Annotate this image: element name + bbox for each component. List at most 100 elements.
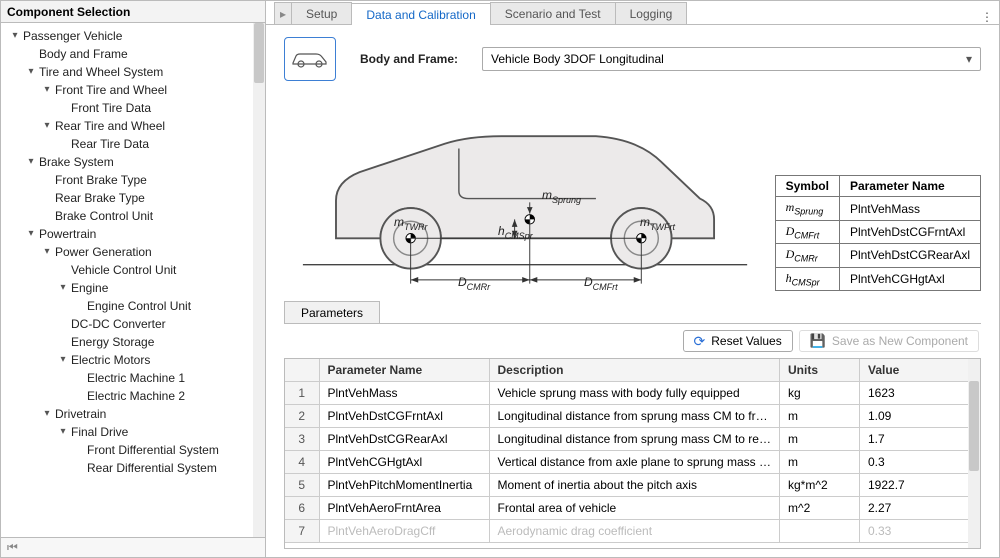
units-cell[interactable]: kg <box>780 382 860 405</box>
paramname-cell[interactable]: PlntVehMass <box>319 382 489 405</box>
tree-item[interactable]: Rear Brake Type <box>1 189 253 207</box>
units-cell[interactable]: m <box>780 451 860 474</box>
table-row[interactable]: 4PlntVehCGHgtAxlVertical distance from a… <box>285 451 980 474</box>
tree-item[interactable]: Body and Frame <box>1 45 253 63</box>
table-row[interactable]: 3PlntVehDstCGRearAxlLongitudinal distanc… <box>285 428 980 451</box>
value-cell[interactable]: 1922.7 <box>860 474 980 497</box>
tree-item[interactable]: ▾Engine <box>1 279 253 297</box>
description-cell[interactable]: Longitudinal distance from sprung mass C… <box>489 428 780 451</box>
col-value[interactable]: Value <box>860 359 980 382</box>
body-variant-dropdown[interactable]: Vehicle Body 3DOF Longitudinal ▾ <box>482 47 981 71</box>
tab-data-and-calibration[interactable]: Data and Calibration <box>351 3 490 25</box>
tree-twisty-icon[interactable]: ▾ <box>41 246 53 258</box>
tree-item[interactable]: Vehicle Control Unit <box>1 261 253 279</box>
collapse-icon[interactable]: ⏮ <box>7 540 18 555</box>
value-cell[interactable]: 2.27 <box>860 497 980 520</box>
tree-scrollbar[interactable] <box>253 23 265 537</box>
description-cell[interactable]: Vehicle sprung mass with body fully equi… <box>489 382 780 405</box>
save-as-new-component-button[interactable]: 💾 Save as New Component <box>799 330 979 352</box>
parameters-grid[interactable]: Parameter Name Description Units Value 1… <box>285 359 980 543</box>
units-cell[interactable]: m <box>780 405 860 428</box>
tree-item[interactable]: ▾Front Tire and Wheel <box>1 81 253 99</box>
col-rownum[interactable] <box>285 359 319 382</box>
tree-item[interactable]: ▾Electric Motors <box>1 351 253 369</box>
table-row[interactable]: 6PlntVehAeroFrntAreaFrontal area of vehi… <box>285 497 980 520</box>
col-units[interactable]: Units <box>780 359 860 382</box>
tree-item[interactable]: Front Brake Type <box>1 171 253 189</box>
table-row[interactable]: 7PlntVehAeroDragCffAerodynamic drag coef… <box>285 520 980 543</box>
tree-item[interactable]: Engine Control Unit <box>1 297 253 315</box>
legend-symbol: hCMSpr <box>775 267 839 290</box>
tree-twisty-icon[interactable]: ▾ <box>57 354 69 366</box>
tab-collapsed-handle[interactable]: ▸ <box>274 2 292 24</box>
tree-item[interactable]: ▾Brake System <box>1 153 253 171</box>
units-cell[interactable]: m <box>780 428 860 451</box>
tree-twisty-icon[interactable]: ▾ <box>57 282 69 294</box>
tree-item[interactable]: ▾Final Drive <box>1 423 253 441</box>
tree-item[interactable]: Brake Control Unit <box>1 207 253 225</box>
value-cell[interactable]: 1.7 <box>860 428 980 451</box>
reset-values-button[interactable]: ⟳ Reset Values <box>683 330 793 352</box>
grid-scrollbar-thumb[interactable] <box>969 381 979 471</box>
col-description[interactable]: Description <box>489 359 780 382</box>
description-cell[interactable]: Frontal area of vehicle <box>489 497 780 520</box>
tab-logging[interactable]: Logging <box>615 2 688 24</box>
paramname-cell[interactable]: PlntVehDstCGFrntAxl <box>319 405 489 428</box>
tree-item[interactable]: Electric Machine 2 <box>1 387 253 405</box>
tree-twisty-icon[interactable]: ▾ <box>41 408 53 420</box>
tree-item[interactable]: ▾Powertrain <box>1 225 253 243</box>
tree-item-label: Engine Control Unit <box>87 297 191 315</box>
description-cell[interactable]: Aerodynamic drag coefficient <box>489 520 780 543</box>
paramname-cell[interactable]: PlntVehCGHgtAxl <box>319 451 489 474</box>
tree-twisty-icon[interactable]: ▾ <box>41 120 53 132</box>
units-cell[interactable]: m^2 <box>780 497 860 520</box>
tab-setup[interactable]: Setup <box>291 2 352 24</box>
value-cell[interactable]: 1.09 <box>860 405 980 428</box>
paramname-cell[interactable]: PlntVehAeroFrntArea <box>319 497 489 520</box>
table-row[interactable]: 5PlntVehPitchMomentInertiaMoment of iner… <box>285 474 980 497</box>
value-cell[interactable]: 0.33 <box>860 520 980 543</box>
paramname-cell[interactable]: PlntVehAeroDragCff <box>319 520 489 543</box>
paramname-cell[interactable]: PlntVehPitchMomentInertia <box>319 474 489 497</box>
table-row[interactable]: 1PlntVehMassVehicle sprung mass with bod… <box>285 382 980 405</box>
tree-twisty-icon[interactable]: ▾ <box>25 66 37 78</box>
tree-twisty-icon[interactable]: ▾ <box>9 30 21 42</box>
tree-item[interactable]: Rear Tire Data <box>1 135 253 153</box>
subsystem-header: Body and Frame: Vehicle Body 3DOF Longit… <box>284 37 981 81</box>
component-tree[interactable]: ▾Passenger VehicleBody and Frame▾Tire an… <box>1 23 253 537</box>
grid-scrollbar[interactable] <box>968 359 980 548</box>
tree-twisty-icon[interactable]: ▾ <box>57 426 69 438</box>
value-cell[interactable]: 1623 <box>860 382 980 405</box>
tree-item[interactable]: ▾Passenger Vehicle <box>1 27 253 45</box>
paramname-cell[interactable]: PlntVehDstCGRearAxl <box>319 428 489 451</box>
tree-twisty-icon[interactable]: ▾ <box>25 228 37 240</box>
tree-item[interactable]: DC-DC Converter <box>1 315 253 333</box>
tree-item[interactable]: ▾Drivetrain <box>1 405 253 423</box>
tree-item[interactable]: ▾Tire and Wheel System <box>1 63 253 81</box>
tab-parameters[interactable]: Parameters <box>284 301 380 323</box>
tree-item[interactable]: Rear Differential System <box>1 459 253 477</box>
tree-item[interactable]: ▾Rear Tire and Wheel <box>1 117 253 135</box>
tree-item[interactable]: ▾Power Generation <box>1 243 253 261</box>
tree-item[interactable]: Front Differential System <box>1 441 253 459</box>
table-row[interactable]: 2PlntVehDstCGFrntAxlLongitudinal distanc… <box>285 405 980 428</box>
description-cell[interactable]: Vertical distance from axle plane to spr… <box>489 451 780 474</box>
tree-item[interactable]: Electric Machine 1 <box>1 369 253 387</box>
tree-item[interactable]: Energy Storage <box>1 333 253 351</box>
tab-scenario-and-test[interactable]: Scenario and Test <box>490 2 616 24</box>
vehicle-icon-box[interactable] <box>284 37 336 81</box>
units-cell[interactable]: kg*m^2 <box>780 474 860 497</box>
tabs-overflow-menu[interactable]: ⋮ <box>975 10 999 24</box>
description-cell[interactable]: Longitudinal distance from sprung mass C… <box>489 405 780 428</box>
tree-scrollbar-thumb[interactable] <box>254 23 264 83</box>
description-cell[interactable]: Moment of inertia about the pitch axis <box>489 474 780 497</box>
tree-twisty-icon[interactable]: ▾ <box>41 84 53 96</box>
legend-paramname: PlntVehDstCGFrntAxl <box>839 220 980 243</box>
value-cell[interactable]: 0.3 <box>860 451 980 474</box>
tree-item[interactable]: Front Tire Data <box>1 99 253 117</box>
units-cell[interactable] <box>780 520 860 543</box>
tree-item-label: Rear Tire and Wheel <box>55 117 165 135</box>
tree-twisty-icon[interactable]: ▾ <box>25 156 37 168</box>
tree-item-label: Rear Tire Data <box>71 135 149 153</box>
col-parameter-name[interactable]: Parameter Name <box>319 359 489 382</box>
